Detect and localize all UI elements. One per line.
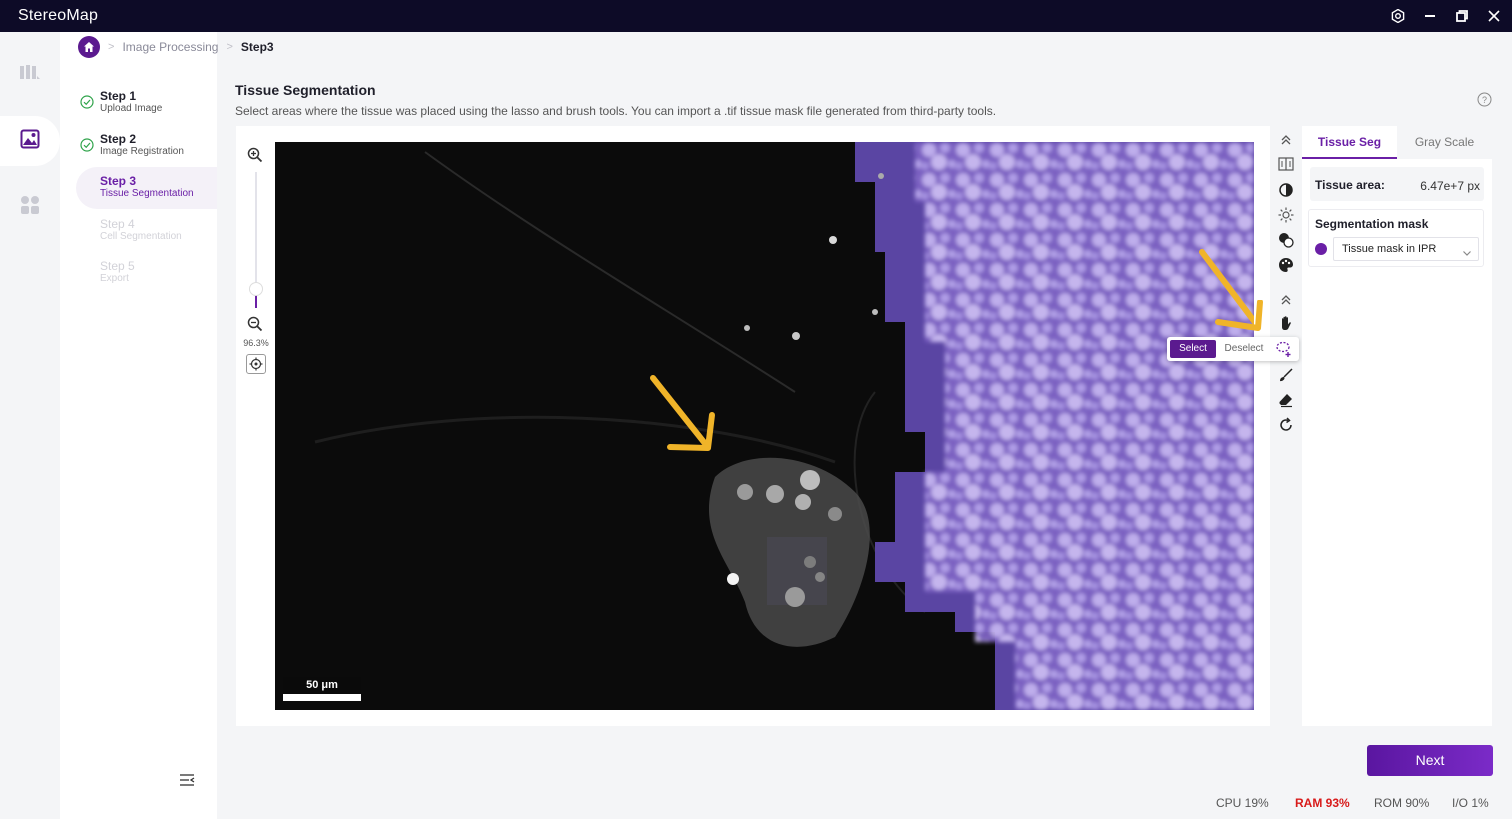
ram-status: RAM 93% bbox=[1295, 796, 1350, 810]
step-title: Step 4 bbox=[100, 217, 135, 231]
map-icon bbox=[19, 64, 41, 87]
zoom-level: 96.3% bbox=[243, 338, 269, 348]
nav-rail bbox=[0, 32, 60, 819]
step-title: Step 1 bbox=[100, 89, 137, 103]
right-panel: Tissue Seg Gray Scale Tissue area: 6.47e… bbox=[1302, 126, 1492, 726]
scale-bar: 50 μm bbox=[283, 677, 361, 701]
mask-select[interactable]: Tissue mask in IPR bbox=[1333, 237, 1479, 261]
tissue-area-value: 6.47e+7 px bbox=[1420, 179, 1480, 193]
lasso-mode-popover: Select Deselect bbox=[1167, 337, 1299, 361]
lasso-add-icon[interactable] bbox=[1275, 340, 1293, 358]
chevron-down-icon bbox=[1462, 244, 1472, 256]
page-description: Select areas where the tissue was placed… bbox=[235, 104, 997, 118]
minimize-icon[interactable] bbox=[1420, 6, 1440, 26]
eraser-icon[interactable] bbox=[1276, 390, 1296, 410]
brightness-icon[interactable] bbox=[1276, 205, 1296, 225]
hand-icon[interactable] bbox=[1276, 313, 1296, 333]
step-title: Step 3 bbox=[100, 174, 137, 188]
scale-bar-label: 50 μm bbox=[283, 677, 361, 694]
breadcrumb-section[interactable]: Image Processing bbox=[122, 40, 218, 54]
brush-icon[interactable] bbox=[1276, 365, 1296, 385]
step-subtitle: Upload Image bbox=[100, 103, 163, 114]
collapse-up-icon[interactable] bbox=[1276, 290, 1296, 310]
breadcrumb-current: Step3 bbox=[240, 40, 274, 54]
palette-icon[interactable] bbox=[1276, 255, 1296, 275]
zoom-controls: 96.3% bbox=[242, 140, 270, 380]
segmentation-mask-title: Segmentation mask bbox=[1315, 217, 1429, 231]
breadcrumb-separator: > bbox=[226, 41, 233, 53]
redo-icon[interactable] bbox=[1276, 415, 1296, 435]
page-title: Tissue Segmentation bbox=[235, 82, 376, 98]
tissue-image bbox=[275, 142, 1254, 710]
tab-gray-scale[interactable]: Gray Scale bbox=[1397, 126, 1492, 159]
help-icon[interactable]: ? bbox=[1477, 92, 1492, 107]
step-item-2[interactable]: Step 2 Image Registration bbox=[76, 125, 217, 167]
step-subtitle: Export bbox=[100, 273, 129, 284]
step-subtitle: Image Registration bbox=[100, 146, 184, 157]
menu-collapse-icon[interactable] bbox=[179, 772, 195, 788]
tool-column-lower bbox=[1274, 365, 1298, 435]
segmentation-mask-box: Segmentation mask Tissue mask in IPR bbox=[1308, 209, 1484, 267]
mask-select-value: Tissue mask in IPR bbox=[1342, 243, 1437, 255]
annotation-arrow-head bbox=[1215, 300, 1263, 331]
select-mode-button[interactable]: Select bbox=[1170, 340, 1216, 358]
svg-text:?: ? bbox=[1482, 95, 1487, 105]
rom-status: ROM 90% bbox=[1374, 796, 1430, 810]
step-item-1[interactable]: Step 1 Upload Image bbox=[76, 82, 217, 124]
fit-view-icon[interactable] bbox=[246, 354, 266, 374]
tissue-area-label: Tissue area: bbox=[1315, 178, 1385, 192]
step-sidebar: Step 1 Upload Image Step 2 Image Registr… bbox=[60, 32, 217, 819]
image-icon bbox=[20, 129, 40, 154]
close-icon[interactable] bbox=[1484, 6, 1504, 26]
check-circle-icon bbox=[80, 95, 94, 109]
rail-apps[interactable] bbox=[0, 182, 60, 232]
breadcrumb: > Image Processing > Step3 bbox=[78, 36, 274, 58]
rail-map[interactable] bbox=[0, 50, 60, 100]
deselect-mode-button[interactable]: Deselect bbox=[1219, 340, 1269, 358]
mask-color-swatch[interactable] bbox=[1315, 243, 1327, 255]
overlay-icon[interactable] bbox=[1276, 230, 1296, 250]
step-item-4: Step 4 Cell Segmentation bbox=[76, 210, 217, 252]
step-title: Step 5 bbox=[100, 259, 135, 273]
tissue-image-canvas[interactable]: 50 μm bbox=[275, 142, 1254, 710]
step-title: Step 2 bbox=[100, 132, 137, 146]
contrast-icon[interactable] bbox=[1276, 180, 1296, 200]
tab-tissue-seg[interactable]: Tissue Seg bbox=[1302, 126, 1397, 159]
rail-image-processing[interactable] bbox=[0, 116, 60, 166]
step-subtitle: Tissue Segmentation bbox=[100, 188, 194, 199]
app-title: StereoMap bbox=[18, 7, 99, 24]
step-item-3[interactable]: Step 3 Tissue Segmentation bbox=[76, 167, 217, 209]
next-button[interactable]: Next bbox=[1367, 745, 1493, 776]
panel-tabs: Tissue Seg Gray Scale bbox=[1302, 126, 1492, 159]
check-circle-icon bbox=[80, 138, 94, 152]
step-subtitle: Cell Segmentation bbox=[100, 231, 182, 242]
zoom-out-icon[interactable] bbox=[247, 316, 265, 334]
breadcrumb-separator: > bbox=[108, 41, 115, 53]
apps-icon bbox=[20, 195, 40, 220]
restore-icon[interactable] bbox=[1452, 6, 1472, 26]
window-controls bbox=[1388, 0, 1504, 32]
settings-icon[interactable] bbox=[1388, 6, 1408, 26]
collapse-up-icon[interactable] bbox=[1276, 130, 1296, 150]
step-item-5: Step 5 Export bbox=[76, 252, 217, 294]
tissue-area-box: Tissue area: 6.47e+7 px bbox=[1310, 167, 1484, 201]
title-bar: StereoMap bbox=[0, 0, 1512, 32]
cpu-status: CPU 19% bbox=[1216, 796, 1269, 810]
home-icon[interactable] bbox=[78, 36, 100, 58]
io-status: I/O 1% bbox=[1452, 796, 1489, 810]
zoom-in-icon[interactable] bbox=[247, 147, 265, 165]
zoom-slider-handle[interactable] bbox=[249, 282, 263, 296]
split-view-icon[interactable] bbox=[1276, 154, 1296, 174]
